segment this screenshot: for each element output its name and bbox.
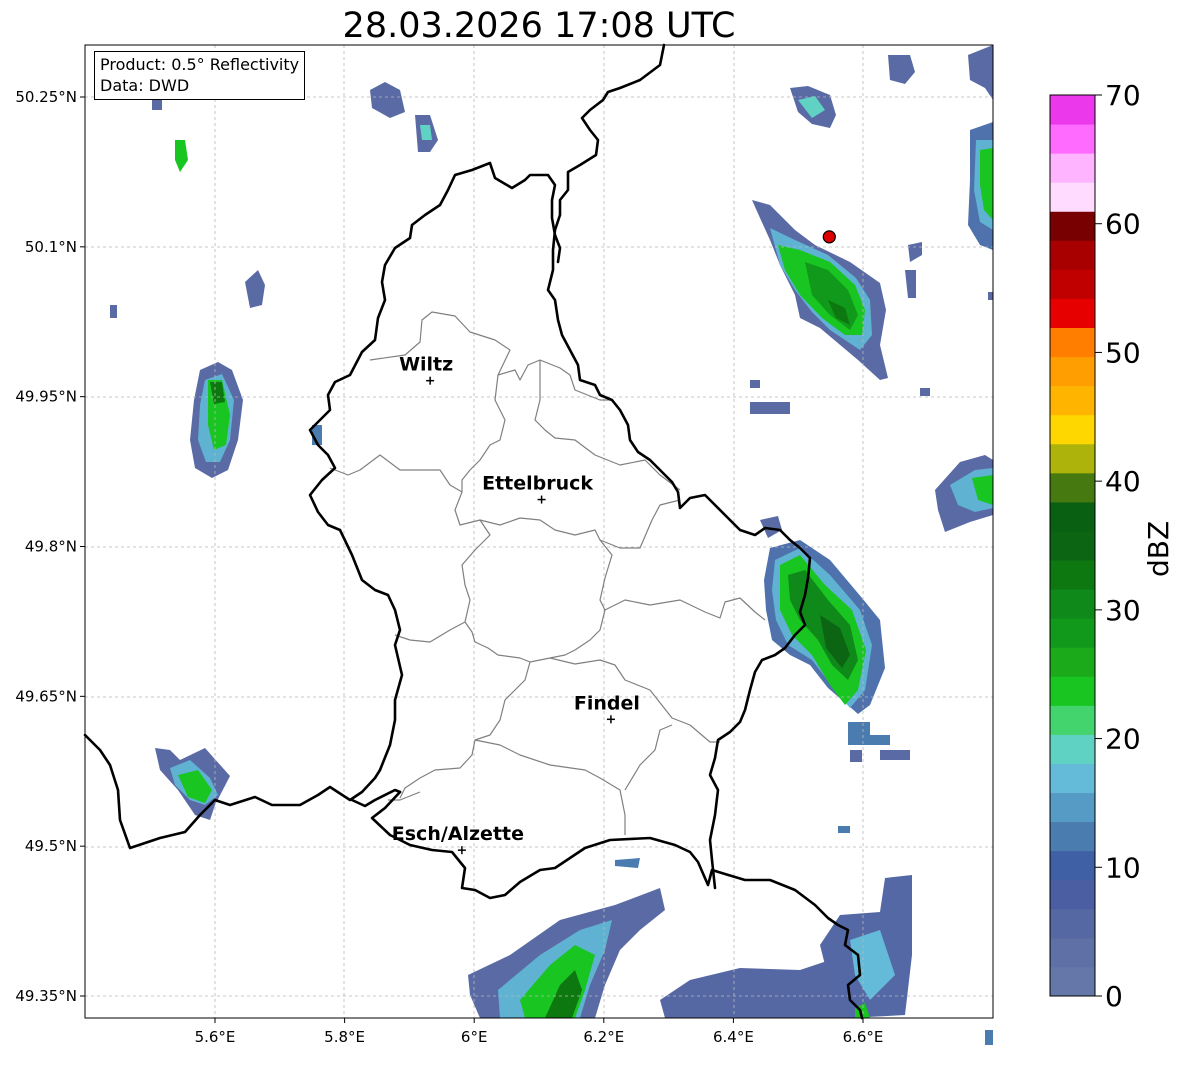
lat-tick-label: 49.5°N bbox=[25, 837, 77, 855]
lon-tick-label: 5.8°E bbox=[324, 1028, 365, 1046]
radar-site bbox=[822, 230, 836, 244]
lon-tick-label: 6.6°E bbox=[843, 1028, 884, 1046]
lat-tick-label: 50.1°N bbox=[25, 238, 77, 256]
product-label: Product: 0.5° Reflectivity bbox=[100, 55, 300, 74]
info-box: Product: 0.5° Reflectivity Data: DWD bbox=[94, 51, 306, 100]
radar-site-marker-icon[interactable] bbox=[822, 230, 836, 244]
lon-tick-label: 6.4°E bbox=[713, 1028, 754, 1046]
lat-tick-label: 49.8°N bbox=[25, 538, 77, 556]
lat-tick-label: 49.95°N bbox=[15, 388, 77, 406]
lon-tick-label: 6.2°E bbox=[583, 1028, 624, 1046]
lon-tick-label: 6°E bbox=[461, 1028, 488, 1046]
city-label: Ettelbruck bbox=[482, 473, 593, 495]
radar-map[interactable]: 50.25°N 50.1°N 49.95°N 49.8°N 49.65°N 49.5°N 4… bbox=[0, 0, 1184, 1081]
colorbar-unit-label: dBZ bbox=[1142, 520, 1175, 577]
data-source-label: Data: DWD bbox=[100, 76, 190, 95]
city-label: Findel bbox=[574, 692, 640, 714]
lon-tick-label: 5.6°E bbox=[195, 1028, 236, 1046]
lat-tick-label: 49.35°N bbox=[15, 987, 77, 1005]
city-label: Esch/Alzette bbox=[392, 823, 524, 845]
lat-tick-label: 49.65°N bbox=[15, 687, 77, 705]
city-label: Wiltz bbox=[399, 354, 453, 376]
lat-tick-label: 50.25°N bbox=[15, 88, 77, 106]
